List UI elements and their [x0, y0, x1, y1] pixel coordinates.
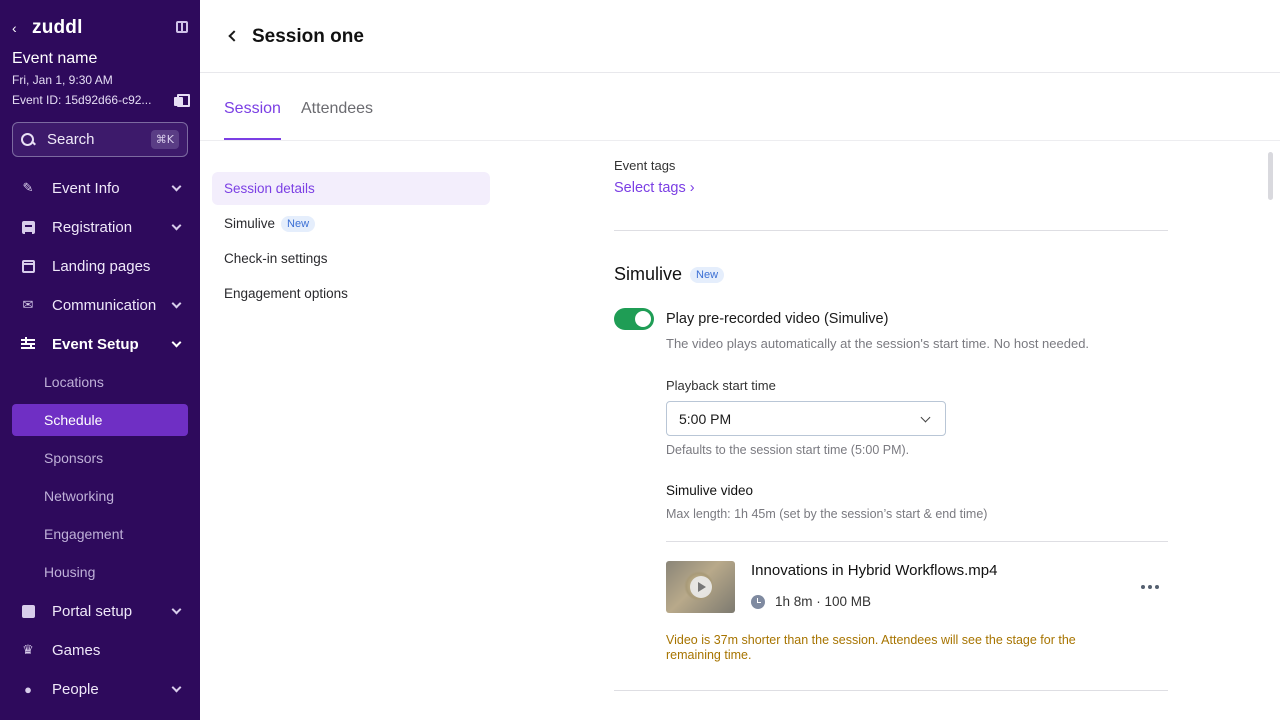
brand-logo[interactable]: zuddl	[32, 17, 83, 39]
collapse-sidebar-icon[interactable]	[176, 21, 188, 33]
clock-icon	[751, 595, 765, 609]
event-tags-label: Event tags	[614, 158, 676, 173]
wand-icon: ✎	[22, 180, 34, 195]
sidebar-item-label: Landing pages	[52, 257, 151, 275]
sidebar-subitem-schedule[interactable]: Schedule	[12, 404, 188, 436]
more-options-icon[interactable]	[1141, 585, 1159, 589]
simulive-section-title: Simulive New	[614, 264, 725, 285]
crown-icon: ♛	[22, 642, 34, 657]
sidebar-item-landing-pages[interactable]: Landing pages	[12, 250, 188, 282]
subnav-simulive[interactable]: Simulive New	[212, 207, 490, 240]
chevron-down-icon	[171, 604, 182, 615]
sidebar-item-label: Registration	[52, 218, 133, 236]
event-name: Event name	[12, 50, 98, 67]
page-header: Session one	[200, 0, 1280, 73]
divider	[614, 230, 1168, 231]
sidebar-subitem-locations[interactable]: Locations	[12, 366, 188, 398]
new-badge: New	[281, 215, 316, 232]
sidebar-item-label: Event Info	[52, 179, 120, 197]
subnav-check-in-settings[interactable]: Check-in settings	[212, 242, 490, 275]
sidebar-item-event-setup[interactable]: Event Setup	[12, 328, 188, 360]
divider	[666, 541, 1168, 542]
search-shortcut: ⌘K	[150, 130, 179, 149]
select-value: 5:00 PM	[679, 410, 732, 427]
sidebar-item-event-info[interactable]: ✎ Event Info	[12, 172, 188, 204]
subnav-engagement-options[interactable]: Engagement options	[212, 277, 490, 310]
sidebar-item-registration[interactable]: Registration	[12, 211, 188, 243]
chevron-down-icon	[920, 412, 931, 423]
video-thumbnail[interactable]	[666, 561, 735, 613]
tab-attendees[interactable]: Attendees	[301, 100, 373, 138]
chevron-down-icon	[171, 220, 182, 231]
event-id: Event ID: 15d92d66-c92...	[12, 93, 152, 107]
tab-bar: Session Attendees	[200, 73, 1280, 141]
sidebar: ‹ zuddl Event name Fri, Jan 1, 9:30 AM E…	[0, 0, 200, 720]
search-placeholder: Search	[47, 131, 95, 148]
sidebar-subitem-housing[interactable]: Housing	[12, 556, 188, 588]
chevron-down-icon	[171, 337, 182, 348]
new-badge: New	[690, 266, 725, 283]
mail-icon: ✉	[22, 297, 34, 312]
portal-icon	[20, 603, 36, 619]
toggle-label: Play pre-recorded video (Simulive)	[666, 311, 889, 327]
chevron-down-icon	[171, 298, 182, 309]
document-icon	[20, 219, 36, 235]
subnav-label: Simulive	[224, 216, 276, 231]
video-filename: Innovations in Hybrid Workflows.mp4	[751, 562, 998, 579]
section-title-text: Simulive	[614, 264, 683, 284]
playback-start-select[interactable]: 5:00 PM	[666, 401, 946, 436]
playback-hint: Defaults to the session start time (5:00…	[666, 443, 910, 457]
scrollbar[interactable]	[1268, 152, 1273, 200]
sidebar-item-label: Portal setup	[52, 602, 133, 620]
play-icon[interactable]	[690, 576, 712, 598]
copy-icon[interactable]	[174, 94, 190, 107]
back-chevron-icon[interactable]: ‹	[12, 20, 28, 36]
simulive-toggle[interactable]	[614, 308, 654, 330]
simulive-video-hint: Max length: 1h 45m (set by the session’s…	[666, 507, 988, 521]
divider	[614, 690, 1168, 691]
playback-start-label: Playback start time	[666, 378, 776, 393]
sidebar-item-label: Games	[52, 641, 101, 659]
page-title: Session one	[252, 26, 364, 47]
video-meta: 1h 8m · 100 MB	[775, 594, 872, 609]
simulive-video-title: Simulive video	[666, 483, 754, 498]
sidebar-item-games[interactable]: ♛ Games	[12, 634, 188, 666]
tab-session[interactable]: Session	[224, 100, 281, 140]
sidebar-subitem-engagement[interactable]: Engagement	[12, 518, 188, 550]
search-input[interactable]: Search ⌘K	[12, 122, 188, 157]
sliders-icon	[20, 336, 36, 352]
people-icon: ●	[24, 681, 32, 697]
sidebar-subitem-sponsors[interactable]: Sponsors	[12, 442, 188, 474]
sidebar-item-label: Communication	[52, 296, 157, 314]
sidebar-item-portal-setup[interactable]: Portal setup	[12, 595, 188, 627]
search-icon	[21, 132, 35, 147]
toggle-description: The video plays automatically at the ses…	[666, 336, 1090, 351]
brand-row: ‹ zuddl	[12, 16, 188, 40]
event-date: Fri, Jan 1, 9:30 AM	[12, 73, 113, 87]
sidebar-item-people[interactable]: ● People	[12, 673, 188, 705]
back-arrow-icon[interactable]	[228, 30, 240, 42]
sidebar-item-label: Event Setup	[52, 335, 139, 353]
subnav-session-details[interactable]: Session details	[212, 172, 490, 205]
sidebar-subitem-networking[interactable]: Networking	[12, 480, 188, 512]
chevron-down-icon	[171, 181, 182, 192]
browser-icon	[20, 258, 36, 274]
sidebar-item-communication[interactable]: ✉ Communication	[12, 289, 188, 321]
chevron-down-icon	[171, 682, 182, 693]
sidebar-item-label: People	[52, 680, 99, 698]
duration-warning: Video is 37m shorter than the session. A…	[666, 633, 1076, 662]
select-tags-link[interactable]: Select tags ›	[614, 180, 695, 196]
